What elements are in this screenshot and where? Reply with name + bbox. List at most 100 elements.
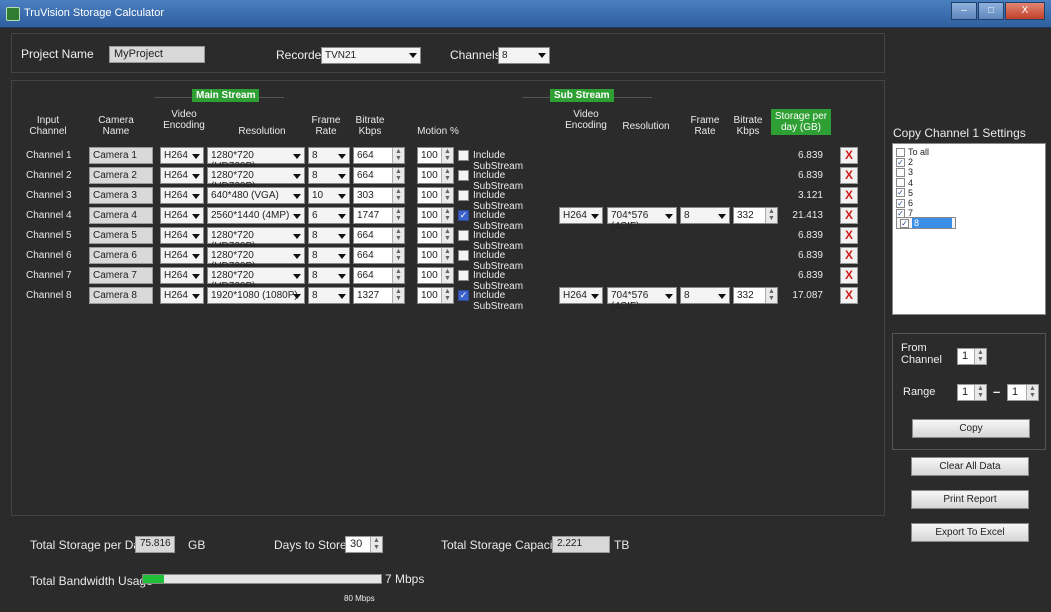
video-encoding-select[interactable]: H264 bbox=[160, 207, 204, 224]
checkbox-icon[interactable]: ✓ bbox=[896, 208, 905, 218]
video-encoding-select[interactable]: H264 bbox=[160, 147, 204, 164]
video-encoding-select[interactable]: H264 bbox=[160, 287, 204, 304]
resolution-select[interactable]: 1280*720 (HD720P) bbox=[207, 167, 305, 192]
include-substream-checkbox[interactable]: ✓ bbox=[458, 290, 469, 301]
spinner-icon[interactable]: ▲ ▼ bbox=[392, 208, 404, 223]
export-to-excel-button[interactable]: Export To Excel bbox=[911, 523, 1029, 542]
from-channel-input[interactable]: 1 ▲ ▼ bbox=[957, 348, 987, 365]
video-encoding-select[interactable]: H264 bbox=[160, 267, 204, 284]
motion-input[interactable]: 100 ▲ ▼ bbox=[417, 267, 454, 284]
sub-bitrate-input[interactable]: 332 ▲ ▼ bbox=[733, 287, 778, 304]
checkbox-icon[interactable] bbox=[896, 167, 905, 177]
spinner-icon[interactable]: ▲ ▼ bbox=[974, 349, 986, 364]
spinner-icon[interactable]: ▲ ▼ bbox=[441, 248, 453, 263]
spinner-icon[interactable]: ▲ ▼ bbox=[392, 288, 404, 303]
frame-rate-select[interactable]: 8 bbox=[308, 287, 350, 304]
resolution-select[interactable]: 640*480 (VGA) bbox=[207, 187, 305, 204]
video-encoding-select[interactable]: H264 bbox=[160, 247, 204, 264]
motion-input[interactable]: 100 ▲ ▼ bbox=[417, 227, 454, 244]
list-item[interactable]: ✓ 8 bbox=[896, 217, 956, 230]
checkbox-icon[interactable]: ✓ bbox=[896, 157, 905, 167]
delete-channel-button[interactable]: X bbox=[840, 247, 858, 264]
motion-input[interactable]: 100 ▲ ▼ bbox=[417, 247, 454, 264]
frame-rate-select[interactable]: 8 bbox=[308, 267, 350, 284]
video-encoding-select[interactable]: H264 bbox=[160, 167, 204, 184]
frame-rate-select[interactable]: 8 bbox=[308, 247, 350, 264]
resolution-select[interactable]: 1280*720 (HD720P) bbox=[207, 147, 305, 172]
copy-channels-list[interactable]: To all ✓ 2 3 4 ✓ 5 ✓ 6 ✓ 7 ✓ 8 bbox=[892, 143, 1046, 315]
delete-channel-button[interactable]: X bbox=[840, 287, 858, 304]
include-substream-checkbox[interactable] bbox=[458, 190, 469, 201]
camera-name-input[interactable]: Camera 5 bbox=[89, 227, 153, 244]
spinner-icon[interactable]: ▲ ▼ bbox=[441, 168, 453, 183]
clear-all-data-button[interactable]: Clear All Data bbox=[911, 457, 1029, 476]
include-substream-checkbox[interactable]: ✓ bbox=[458, 210, 469, 221]
spinner-icon[interactable]: ▲ ▼ bbox=[1026, 385, 1038, 400]
delete-channel-button[interactable]: X bbox=[840, 207, 858, 224]
print-report-button[interactable]: Print Report bbox=[911, 490, 1029, 509]
bitrate-input[interactable]: 664 ▲ ▼ bbox=[353, 167, 405, 184]
video-encoding-select[interactable]: H264 bbox=[160, 227, 204, 244]
camera-name-input[interactable]: Camera 7 bbox=[89, 267, 153, 284]
motion-input[interactable]: 100 ▲ ▼ bbox=[417, 167, 454, 184]
include-substream-checkbox[interactable] bbox=[458, 150, 469, 161]
maximize-button[interactable]: □ bbox=[978, 2, 1004, 20]
resolution-select[interactable]: 1920*1080 (1080P) bbox=[207, 287, 305, 304]
checkbox-icon[interactable]: ✓ bbox=[900, 218, 909, 228]
spinner-icon[interactable]: ▲ ▼ bbox=[392, 268, 404, 283]
bitrate-input[interactable]: 1327 ▲ ▼ bbox=[353, 287, 405, 304]
sub-resolution-select[interactable]: 704*576 (4CIF) bbox=[607, 207, 677, 232]
frame-rate-select[interactable]: 8 bbox=[308, 147, 350, 164]
copy-button[interactable]: Copy bbox=[912, 419, 1030, 438]
spinner-icon[interactable]: ▲ ▼ bbox=[441, 188, 453, 203]
camera-name-input[interactable]: Camera 6 bbox=[89, 247, 153, 264]
bitrate-input[interactable]: 664 ▲ ▼ bbox=[353, 227, 405, 244]
spinner-icon[interactable]: ▲ ▼ bbox=[392, 188, 404, 203]
sub-video-encoding-select[interactable]: H264 bbox=[559, 207, 603, 224]
spinner-icon[interactable]: ▲ ▼ bbox=[370, 537, 382, 552]
include-substream-checkbox[interactable] bbox=[458, 270, 469, 281]
sub-frame-rate-select[interactable]: 8 bbox=[680, 287, 730, 304]
sub-bitrate-input[interactable]: 332 ▲ ▼ bbox=[733, 207, 778, 224]
include-substream-checkbox[interactable] bbox=[458, 170, 469, 181]
checkbox-icon[interactable] bbox=[896, 147, 905, 157]
project-name-input[interactable]: MyProject bbox=[109, 46, 205, 63]
spinner-icon[interactable]: ▲ ▼ bbox=[441, 268, 453, 283]
frame-rate-select[interactable]: 8 bbox=[308, 227, 350, 244]
frame-rate-select[interactable]: 10 bbox=[308, 187, 350, 204]
range-to-input[interactable]: 1 ▲ ▼ bbox=[1007, 384, 1039, 401]
bitrate-input[interactable]: 664 ▲ ▼ bbox=[353, 267, 405, 284]
resolution-select[interactable]: 1280*720 (HD720P) bbox=[207, 267, 305, 292]
sub-frame-rate-select[interactable]: 8 bbox=[680, 207, 730, 224]
bitrate-input[interactable]: 1747 ▲ ▼ bbox=[353, 207, 405, 224]
bitrate-input[interactable]: 303 ▲ ▼ bbox=[353, 187, 405, 204]
spinner-icon[interactable]: ▲ ▼ bbox=[765, 208, 777, 223]
spinner-icon[interactable]: ▲ ▼ bbox=[392, 148, 404, 163]
include-substream-checkbox[interactable] bbox=[458, 250, 469, 261]
delete-channel-button[interactable]: X bbox=[840, 167, 858, 184]
delete-channel-button[interactable]: X bbox=[840, 267, 858, 284]
motion-input[interactable]: 100 ▲ ▼ bbox=[417, 187, 454, 204]
sub-resolution-select[interactable]: 704*576 (4CIF) bbox=[607, 287, 677, 312]
resolution-select[interactable]: 2560*1440 (4MP) bbox=[207, 207, 305, 224]
camera-name-input[interactable]: Camera 4 bbox=[89, 207, 153, 224]
camera-name-input[interactable]: Camera 3 bbox=[89, 187, 153, 204]
motion-input[interactable]: 100 ▲ ▼ bbox=[417, 147, 454, 164]
delete-channel-button[interactable]: X bbox=[840, 227, 858, 244]
spinner-icon[interactable]: ▲ ▼ bbox=[765, 288, 777, 303]
camera-name-input[interactable]: Camera 2 bbox=[89, 167, 153, 184]
include-substream-checkbox[interactable] bbox=[458, 230, 469, 241]
resolution-select[interactable]: 1280*720 (HD720P) bbox=[207, 227, 305, 252]
spinner-icon[interactable]: ▲ ▼ bbox=[441, 148, 453, 163]
spinner-icon[interactable]: ▲ ▼ bbox=[392, 248, 404, 263]
bitrate-input[interactable]: 664 ▲ ▼ bbox=[353, 247, 405, 264]
close-button[interactable]: X bbox=[1005, 2, 1045, 20]
minimize-button[interactable]: – bbox=[951, 2, 977, 20]
checkbox-icon[interactable]: ✓ bbox=[896, 198, 905, 208]
frame-rate-select[interactable]: 6 bbox=[308, 207, 350, 224]
spinner-icon[interactable]: ▲ ▼ bbox=[392, 168, 404, 183]
video-encoding-select[interactable]: H264 bbox=[160, 187, 204, 204]
sub-video-encoding-select[interactable]: H264 bbox=[559, 287, 603, 304]
channels-select[interactable]: 8 bbox=[498, 47, 550, 64]
motion-input[interactable]: 100 ▲ ▼ bbox=[417, 207, 454, 224]
